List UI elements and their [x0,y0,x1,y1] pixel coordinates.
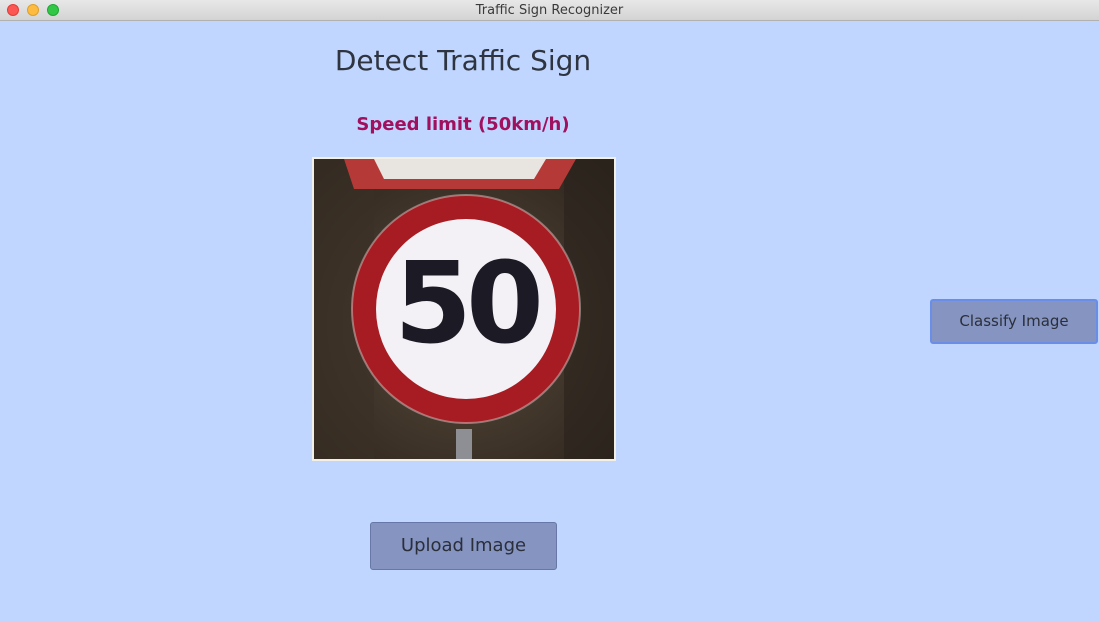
classify-image-button[interactable]: Classify Image [930,299,1098,344]
page-title: Detect Traffic Sign [334,44,592,77]
sign-number-text: 50 [394,239,539,369]
traffic-sign-image: 50 [314,159,614,459]
uploaded-image: 50 [312,157,616,461]
upload-image-button[interactable]: Upload Image [370,522,557,570]
window-title: Traffic Sign Recognizer [475,3,624,18]
window-titlebar: Traffic Sign Recognizer [0,0,1099,21]
prediction-label: Speed limit (50km/h) [356,114,570,135]
